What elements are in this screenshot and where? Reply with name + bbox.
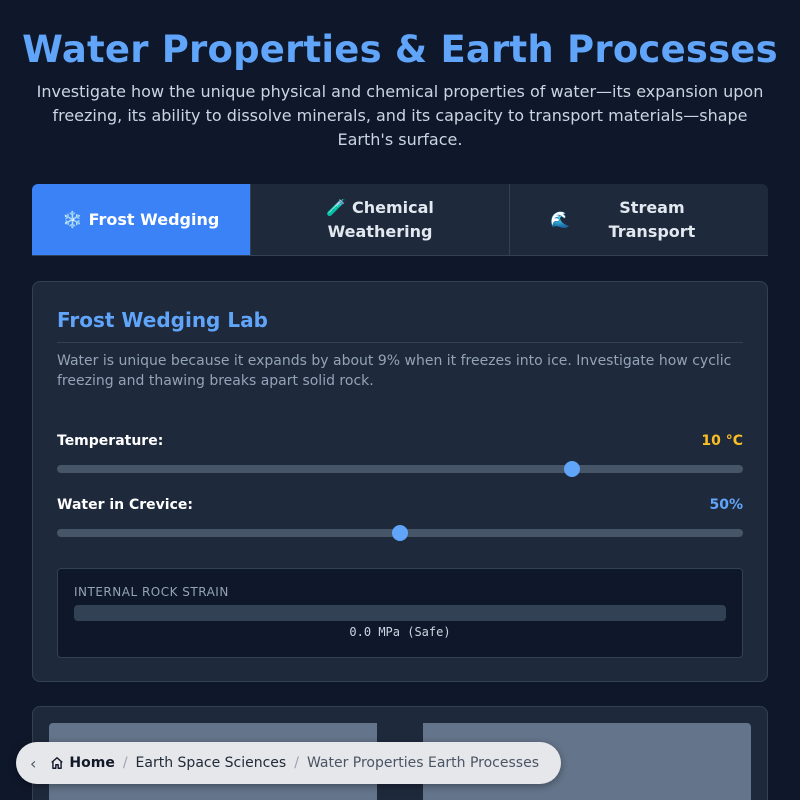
breadcrumb-separator: / bbox=[122, 755, 128, 771]
water-value: 50% bbox=[709, 497, 743, 513]
temperature-label: Temperature: bbox=[57, 433, 164, 449]
breadcrumb-current: Water Properties Earth Processes bbox=[306, 755, 539, 771]
tab-frost-wedging[interactable]: ❄️ Frost Wedging bbox=[32, 184, 251, 255]
temperature-slider-thumb[interactable] bbox=[563, 461, 580, 477]
strain-bar bbox=[74, 605, 726, 621]
tab-chemical-weathering[interactable]: 🧪 Chemical Weathering bbox=[251, 184, 510, 255]
strain-label: INTERNAL ROCK STRAIN bbox=[74, 585, 229, 599]
tab-stream-transport[interactable]: 🌊 Stream Transport bbox=[510, 184, 768, 255]
breadcrumb-home-link[interactable]: Home bbox=[69, 755, 114, 771]
water-label: Water in Crevice: bbox=[57, 497, 193, 513]
page-intro: Investigate how the unique physical and … bbox=[36, 82, 764, 149]
tab-label: Frost Wedging bbox=[88, 209, 220, 229]
rock-strain-meter: INTERNAL ROCK STRAIN 0.0 MPa (Safe) bbox=[57, 568, 743, 658]
frost-wedging-lab-panel: Frost Wedging Lab Water is unique becaus… bbox=[32, 281, 768, 682]
breadcrumb: ‹ Home / Earth Space Sciences / Water Pr… bbox=[16, 742, 561, 784]
tab-bar: ❄️ Frost Wedging 🧪 Chemical Weathering 🌊 … bbox=[32, 184, 768, 256]
temperature-value: 10 °C bbox=[701, 433, 743, 449]
wave-icon: 🌊 bbox=[550, 209, 570, 229]
chevron-left-icon[interactable]: ‹ bbox=[30, 754, 36, 773]
divider bbox=[57, 342, 743, 343]
lab-title: Frost Wedging Lab bbox=[57, 308, 268, 332]
lab-description: Water is unique because it expands by ab… bbox=[57, 353, 732, 389]
tab-label: Stream Transport bbox=[608, 197, 696, 241]
snowflake-icon: ❄️ bbox=[62, 209, 83, 229]
page-title: Water Properties & Earth Processes bbox=[22, 28, 778, 71]
home-icon bbox=[50, 756, 64, 770]
test-tube-icon: 🧪 bbox=[326, 197, 346, 217]
strain-readout: 0.0 MPa (Safe) bbox=[349, 625, 451, 639]
breadcrumb-separator: / bbox=[294, 755, 299, 771]
temperature-slider[interactable] bbox=[57, 461, 743, 477]
breadcrumb-section-link[interactable]: Earth Space Sciences bbox=[136, 755, 287, 771]
water-slider-thumb[interactable] bbox=[392, 525, 408, 541]
water-slider[interactable] bbox=[57, 525, 743, 541]
